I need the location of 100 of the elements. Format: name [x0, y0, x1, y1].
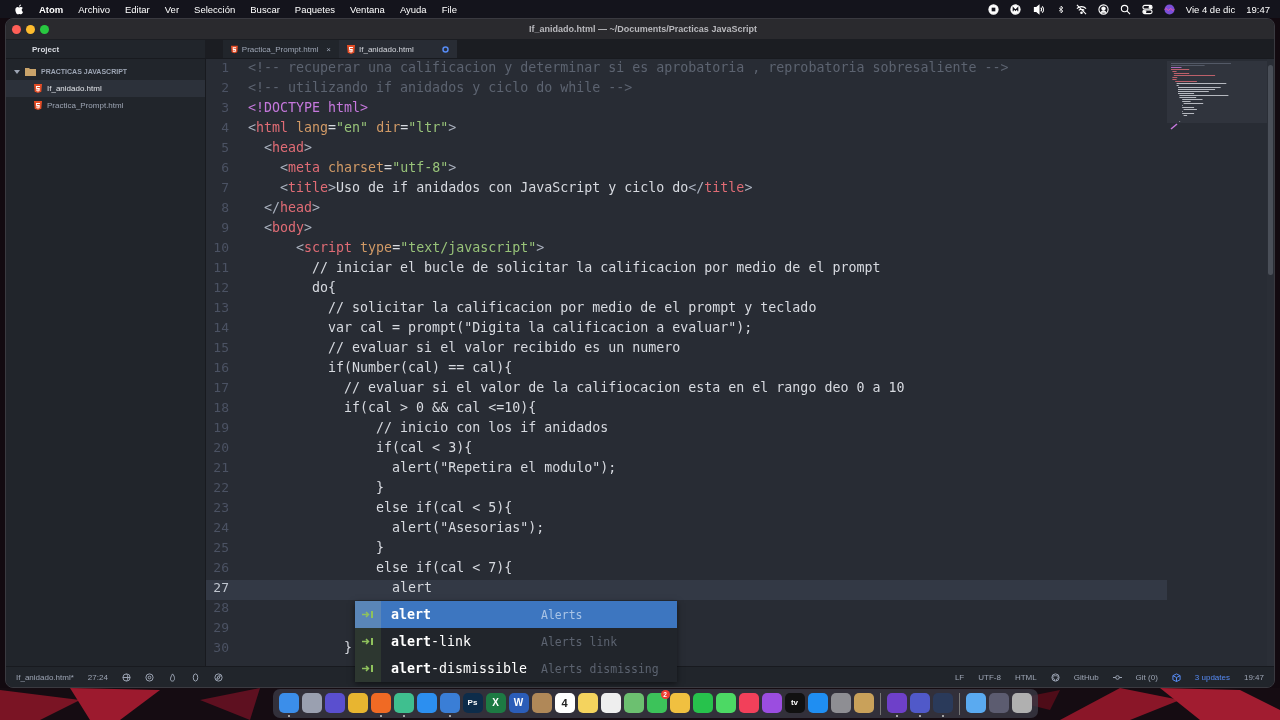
snippet-icon [362, 610, 374, 619]
code-line: <body> [263, 220, 313, 235]
wifi-off-icon[interactable] [1075, 3, 1087, 15]
siri-icon[interactable] [1163, 3, 1175, 15]
badge-icon[interactable] [1009, 3, 1021, 15]
file-name: Practica_Prompt.html [47, 101, 124, 110]
git-status[interactable]: Git (0) [1135, 672, 1158, 682]
close-icon[interactable]: × [326, 44, 331, 54]
minimize-button[interactable] [26, 24, 35, 34]
app-icon[interactable] [600, 692, 621, 713]
volume-icon[interactable] [1031, 3, 1046, 15]
app-icon[interactable]: X [485, 692, 506, 713]
file-row[interactable]: If_anidado.html [6, 80, 205, 97]
tab-label: Practica_Prompt.html [241, 44, 319, 54]
code-line: alert("Asesorias"); [391, 520, 545, 535]
expand-caret-icon[interactable] [14, 68, 20, 75]
compass-icon[interactable] [213, 672, 223, 682]
code-line: else if(cal < 5){ [375, 500, 513, 515]
code-line: // iniciar el bucle de solicitar la calificacion por medio de el prompt [311, 260, 881, 275]
code-line: alert [391, 580, 433, 595]
app-icon[interactable] [393, 692, 414, 713]
app-icon[interactable] [623, 692, 644, 713]
flame-icon[interactable] [167, 672, 177, 682]
file-row[interactable]: Practica_Prompt.html [6, 97, 205, 114]
search-icon[interactable] [1119, 3, 1131, 15]
app-icon[interactable]: tv [784, 692, 805, 713]
record-icon[interactable] [987, 3, 999, 15]
app-icon[interactable] [301, 692, 322, 713]
encoding[interactable]: UTF-8 [978, 672, 1001, 682]
code-line: // evaluar si el valor recibido es un numero [327, 340, 681, 355]
code-line: var cal = prompt("Digita la calificacion a evaluar"); [327, 320, 753, 335]
updates-link[interactable]: 3 updates [1194, 672, 1230, 682]
zoom-button[interactable] [40, 24, 49, 34]
minimap-drawing[interactable] [1167, 61, 1267, 131]
file-name: If_anidado.html [47, 84, 102, 93]
globe-icon[interactable] [121, 672, 131, 682]
code-line: // evaluar si el valor de la califiocacion esta en el rango deo 0 a 10 [343, 380, 905, 395]
project-tab[interactable]: Project [6, 40, 205, 58]
code-line: } [375, 480, 385, 495]
apple-logo-icon[interactable] [14, 3, 24, 15]
menu-item[interactable]: Archivo [78, 3, 110, 15]
user-icon[interactable] [1097, 3, 1109, 15]
menu-item[interactable]: Selección [194, 3, 236, 15]
menu-item[interactable]: Ayuda [399, 3, 427, 15]
package-icon[interactable] [1171, 672, 1181, 682]
menu-item[interactable]: Ver [164, 3, 180, 15]
app-icon[interactable] [347, 692, 368, 713]
app-icon[interactable]: Ps [462, 692, 483, 713]
file-name[interactable]: If_anidado.html* [16, 672, 74, 682]
line-ending[interactable]: LF [954, 672, 965, 682]
menu-item[interactable]: Editar [124, 3, 150, 15]
menu-item[interactable]: Paquetes [294, 3, 335, 15]
calendar-icon[interactable]: 4 [554, 692, 575, 713]
code-line: do{ [311, 280, 337, 295]
app-icon[interactable] [965, 692, 986, 713]
menu-clock[interactable]: 19:47 [1246, 3, 1270, 15]
snippet-icon [362, 637, 374, 646]
suggestion-text: alert-dismissible [390, 661, 529, 676]
commit-icon[interactable] [1112, 672, 1122, 682]
suggestion-item[interactable]: alert-dismissible Alerts dismissing [355, 655, 677, 682]
menu-item[interactable]: Atom [39, 3, 64, 15]
code-line: <script type="text/javascript"> [295, 240, 545, 255]
suggestion-description: Alerts dismissing [541, 661, 659, 676]
tab-label: If_anidado.html [359, 44, 414, 54]
html-file-icon [34, 84, 42, 93]
code-line: if(cal < 3){ [375, 440, 473, 455]
editor-tab[interactable]: If_anidado.html [339, 40, 457, 58]
app-icon[interactable] [577, 692, 598, 713]
html-file-icon [231, 44, 238, 54]
github-icon[interactable] [1050, 672, 1060, 682]
editor-tab[interactable]: Practica_Prompt.html × [223, 40, 339, 58]
code-line: <head> [263, 140, 313, 155]
github-link[interactable]: GitHub [1073, 672, 1099, 682]
suggestion-description: Alerts link [541, 634, 618, 649]
code-line: if(Number(cal) == cal){ [327, 360, 513, 375]
close-button[interactable] [12, 24, 21, 34]
bluetooth-icon[interactable] [1056, 3, 1065, 15]
window-title: If_anidado.html — ~/Documents/Practicas JavaScript [528, 24, 758, 34]
menu-date[interactable]: Vie 4 de dic [1185, 3, 1236, 15]
app-icon[interactable] [669, 692, 690, 713]
snippet-icon [362, 664, 374, 673]
menu-item[interactable]: File [441, 3, 457, 15]
app-icon[interactable] [692, 692, 713, 713]
ring-icon[interactable] [190, 672, 200, 682]
code-line: <title>Uso de if anidados con JavaScript y ciclo do</title> [279, 180, 753, 195]
app-icon[interactable] [1011, 692, 1032, 713]
suggestion-item[interactable]: alert-link Alerts link [355, 628, 677, 655]
html-file-icon [34, 101, 42, 110]
suggestion-item[interactable]: alert Alerts [355, 601, 677, 628]
control-center-icon[interactable] [1141, 3, 1153, 15]
code-line: <meta charset="utf-8"> [279, 160, 457, 175]
app-icon[interactable] [715, 692, 736, 713]
app-icon[interactable] [853, 692, 874, 713]
cursor-position[interactable]: 27:24 [87, 672, 108, 682]
menu-item[interactable]: Buscar [250, 3, 280, 15]
menu-item[interactable]: Ventana [350, 3, 385, 15]
code-line: <!-- utilizando if anidados y ciclo do while --> [248, 80, 633, 95]
app-icon[interactable]: W [508, 692, 529, 713]
grammar[interactable]: HTML [1014, 672, 1037, 682]
circle-icon[interactable] [144, 672, 154, 682]
